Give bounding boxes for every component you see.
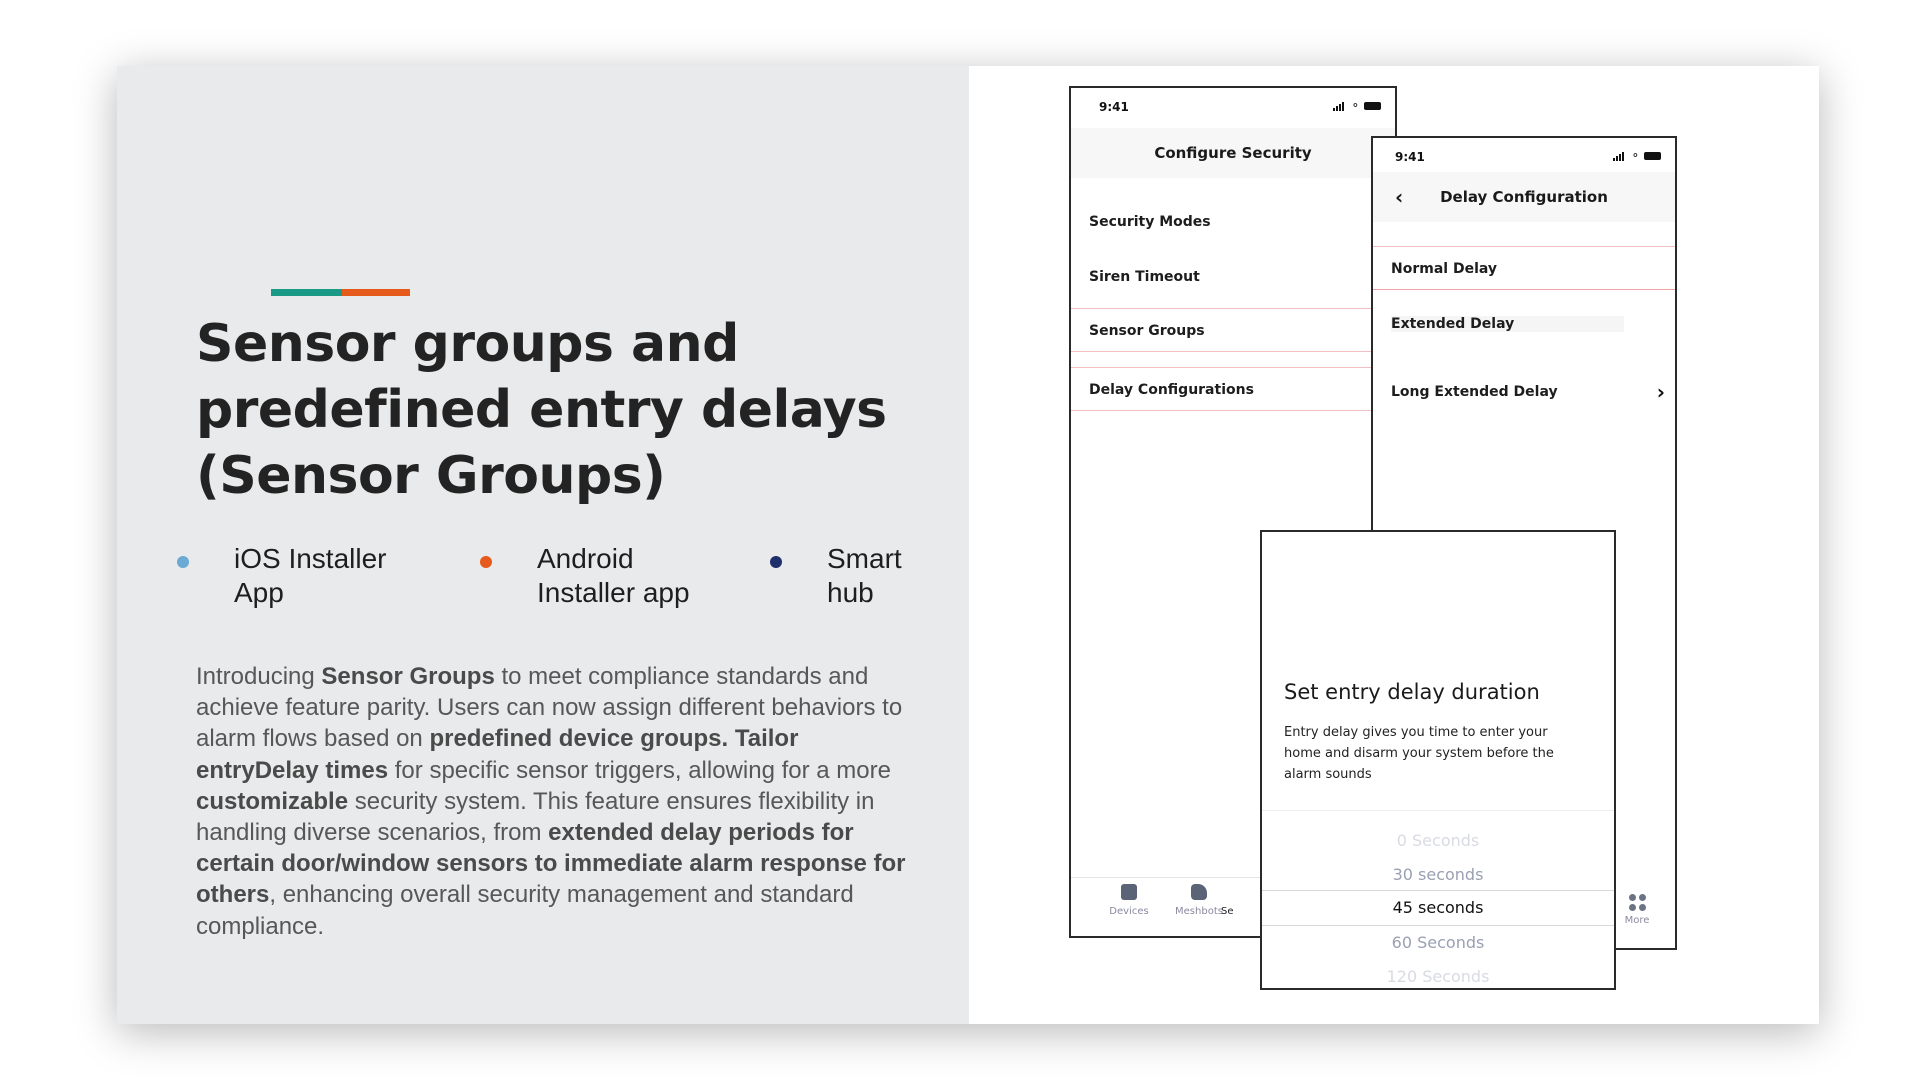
menu-item-siren-timeout[interactable]: Siren Timeout [1071,255,1395,299]
nav-item-more[interactable]: More [1617,894,1657,926]
more-icon [1628,894,1646,911]
bullet-dot-icon [480,556,492,568]
picker-option[interactable]: 30 seconds [1262,858,1614,892]
nav-label: Devices [1109,906,1149,917]
menu-item-extended-delay[interactable]: Extended Delay [1373,302,1675,346]
nav-item-devices[interactable]: Devices [1099,884,1159,917]
menu-item-normal-delay[interactable]: Normal Delay [1373,246,1675,290]
entry-delay-modal: Set entry delay duration Entry delay giv… [1260,530,1616,990]
signal-icon [1612,151,1627,161]
platform-label: iOS Installer App [234,543,387,608]
screen-header: ‹ Delay Configuration [1373,172,1675,222]
platform-item-smart-hub: Smart hub [770,542,927,610]
meshbots-icon [1191,884,1207,900]
picker-option[interactable]: 120 Seconds [1262,960,1614,988]
nav-label: Meshbots [1175,906,1223,917]
chevron-right-icon: › [1656,380,1665,404]
modal-description: Entry delay gives you time to enter your… [1284,725,1554,782]
status-time: 9:41 [1395,150,1425,164]
menu-item-label: Long Extended Delay [1391,384,1558,400]
picker-option[interactable]: 60 Seconds [1262,926,1614,960]
platform-item-android: Android Installer app [480,542,727,610]
battery-icon [1364,102,1381,110]
picker-option-selected[interactable]: 45 seconds [1262,890,1614,926]
battery-icon [1644,152,1661,160]
menu-item-security-modes[interactable]: Security Modes [1071,200,1395,244]
nav-item-meshbots[interactable]: Meshbots [1169,884,1229,917]
nav-label: More [1624,915,1650,926]
menu-item-sensor-groups[interactable]: Sensor Groups [1071,308,1395,352]
status-time: 9:41 [1099,100,1129,114]
platform-item-ios: iOS Installer App [177,542,409,610]
wifi-icon: ⚬ [1630,149,1640,162]
screen-title: Delay Configuration [1440,188,1608,206]
wifi-icon: ⚬ [1350,99,1360,112]
slide-title: Sensor groups and predefined entry delay… [196,314,887,506]
platform-list: iOS Installer App Android Installer app … [177,542,937,622]
status-bar: 9:41 ⚬ [1373,148,1675,168]
menu-item-delay-configurations[interactable]: Delay Configurations › [1071,367,1395,411]
bullet-dot-icon [177,556,189,568]
platform-label: Android Installer app [537,543,690,608]
screen-title: Configure Security [1071,128,1395,178]
status-bar: 9:41 ⚬ [1071,98,1395,118]
platform-label: Smart hub [827,543,902,608]
nav-label: Se [1221,906,1234,917]
picker-option[interactable]: 0 Seconds [1262,824,1614,858]
description-paragraph: Introducing Sensor Groups to meet compli… [196,663,906,940]
accent-bar-teal [271,289,343,296]
divider [1262,810,1614,811]
menu-item-label: Extended Delay [1391,316,1625,332]
devices-icon [1121,884,1137,900]
text-panel: Sensor groups and predefined entry delay… [117,66,969,1024]
back-chevron-icon[interactable]: ‹ [1395,172,1403,222]
slide: Sensor groups and predefined entry delay… [117,66,1819,1024]
modal-title: Set entry delay duration [1284,680,1540,704]
menu-item-label: Delay Configurations [1089,382,1254,398]
bullet-dot-icon [770,556,782,568]
signal-icon [1332,101,1347,111]
accent-bar-orange [342,289,410,296]
menu-item-long-extended-delay[interactable]: Long Extended Delay › [1373,370,1675,414]
